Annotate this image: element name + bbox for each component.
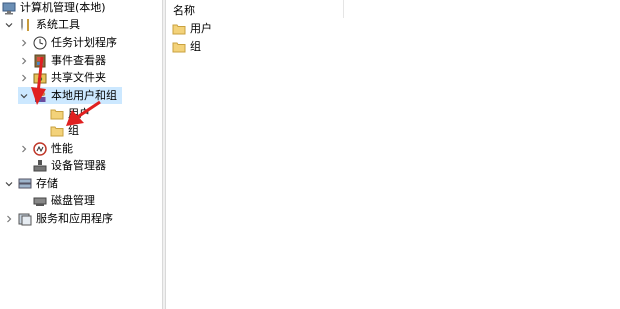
tree-root-computer-management[interactable]: 计算机管理(本地): [2, 0, 106, 16]
folder-icon: [172, 24, 186, 34]
device-manager-icon: [33, 159, 47, 171]
tree-item-event-viewer[interactable]: 事件查看器: [18, 52, 106, 69]
computer-management-icon: [2, 2, 16, 14]
chevron-right-icon[interactable]: [18, 143, 30, 155]
tree-item-users[interactable]: 用户: [50, 105, 90, 122]
performance-icon: [33, 141, 47, 156]
chevron-right-icon[interactable]: [18, 37, 30, 49]
column-header-name[interactable]: 名称: [166, 0, 344, 18]
tree-label: 存储: [36, 177, 58, 190]
tree-item-performance[interactable]: 性能: [18, 140, 73, 157]
list-item-groups[interactable]: 组: [172, 38, 201, 55]
tree-item-services-and-applications[interactable]: 服务和应用程序: [3, 210, 113, 227]
tree-label: 计算机管理(本地): [20, 1, 106, 14]
details-list: 名称 用户 组: [166, 0, 620, 309]
folder-icon: [172, 42, 186, 52]
list-item-label: 组: [190, 40, 201, 53]
users-group-icon: [35, 90, 46, 102]
tree-item-groups[interactable]: 组: [50, 122, 79, 139]
folder-icon: [50, 109, 64, 119]
list-item-users[interactable]: 用户: [172, 20, 212, 37]
shared-folder-icon: [33, 73, 47, 83]
tree-item-disk-management[interactable]: 磁盘管理: [33, 192, 95, 209]
disk-icon: [33, 197, 47, 206]
tree-label: 性能: [51, 142, 73, 155]
tree-item-task-scheduler[interactable]: 任务计划程序: [18, 34, 117, 51]
folder-icon: [50, 126, 64, 136]
tree-label: 系统工具: [36, 18, 80, 31]
tree-label: 磁盘管理: [51, 194, 95, 207]
tree-label: 组: [68, 124, 79, 137]
tree-label: 共享文件夹: [51, 71, 106, 84]
chevron-down-icon[interactable]: [18, 90, 30, 102]
tools-icon: [21, 18, 29, 31]
tree-label: 本地用户和组: [51, 89, 117, 102]
tree-item-system-tools[interactable]: 系统工具: [3, 16, 80, 33]
clock-icon: [33, 36, 47, 49]
tree-item-storage[interactable]: 存储: [3, 175, 58, 192]
chevron-right-icon[interactable]: [18, 55, 30, 67]
chevron-right-icon[interactable]: [3, 213, 15, 225]
storage-icon: [18, 178, 32, 188]
services-icon: [18, 213, 32, 225]
navigation-tree: 计算机管理(本地) 系统工具 任务计划程序 事件查看器 共享文件夹 本地用户和组…: [0, 0, 162, 309]
tree-item-shared-folders[interactable]: 共享文件夹: [18, 69, 106, 86]
list-item-label: 用户: [190, 22, 212, 35]
column-header-label: 名称: [173, 4, 195, 17]
tree-label: 用户: [68, 107, 90, 120]
event-viewer-icon: [34, 54, 46, 67]
chevron-down-icon[interactable]: [3, 178, 15, 190]
tree-label: 任务计划程序: [51, 36, 117, 49]
tree-label: 服务和应用程序: [36, 212, 113, 225]
tree-label: 事件查看器: [51, 54, 106, 67]
chevron-down-icon[interactable]: [3, 19, 15, 31]
tree-item-device-manager[interactable]: 设备管理器: [33, 157, 106, 174]
tree-label: 设备管理器: [51, 159, 106, 172]
chevron-right-icon[interactable]: [18, 72, 30, 84]
tree-item-local-users-and-groups[interactable]: 本地用户和组: [18, 87, 122, 104]
